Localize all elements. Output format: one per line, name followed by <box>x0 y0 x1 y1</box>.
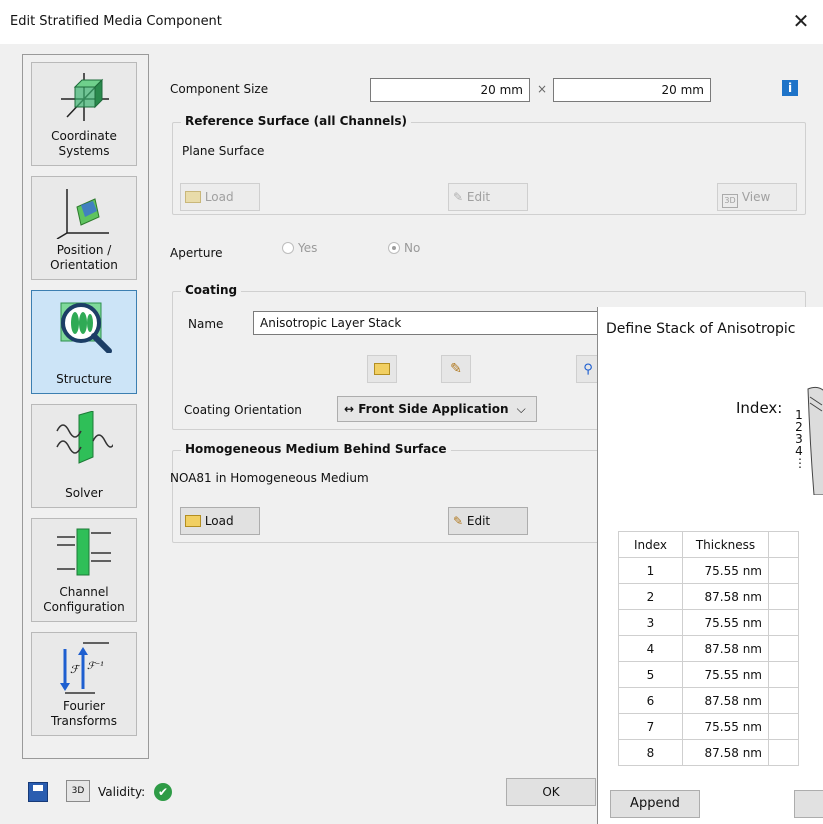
ok-button[interactable]: OK <box>506 778 596 806</box>
save-icon[interactable] <box>28 782 48 802</box>
svg-text:ℱ⁻¹: ℱ⁻¹ <box>87 661 104 672</box>
chevron-down-icon: ⌵ <box>516 402 526 416</box>
info-icon[interactable]: i <box>782 80 798 96</box>
child-dialog-body: Index: 1 2 3 4 ⋮ Index Thickness 1 75.55 … <box>598 349 823 824</box>
medium-edit-button[interactable]: ✎ Edit <box>448 507 528 535</box>
coating-load-button[interactable] <box>367 355 397 383</box>
define-stack-dialog: Define Stack of Anisotropic Index: 1 2 3… <box>597 307 823 824</box>
radio-selected-icon <box>388 242 400 254</box>
close-button[interactable]: ✕ <box>779 6 823 38</box>
radio-icon <box>282 242 294 254</box>
index-label: Index: <box>736 399 783 417</box>
homogeneous-medium-title: Homogeneous Medium Behind Surface <box>181 442 451 456</box>
component-width-input[interactable]: 20 mm <box>370 78 530 102</box>
homogeneous-medium-value: NOA81 in Homogeneous Medium <box>170 471 369 485</box>
pencil-icon: ✎ <box>450 361 462 377</box>
table-header-row: Index Thickness <box>618 531 799 558</box>
sidebar-item-label: Solver <box>65 486 103 500</box>
view-3d-icon: 3D <box>722 194 738 208</box>
sidebar-item-coordinate-systems[interactable]: Coordinate Systems <box>31 62 137 166</box>
position-orientation-icon <box>56 189 109 239</box>
coating-orientation-dropdown[interactable]: ↔ Front Side Application ⌵ <box>337 396 537 422</box>
child-title-bar: Define Stack of Anisotropic <box>598 307 823 349</box>
component-size-label: Component Size <box>170 82 269 96</box>
append-button[interactable]: Append <box>610 790 700 818</box>
coating-name-field[interactable]: Anisotropic Layer Stack <box>253 311 613 335</box>
column-header-more <box>768 531 799 558</box>
medium-load-button[interactable]: Load <box>180 507 260 535</box>
table-row[interactable]: 7 75.55 nm <box>618 713 799 740</box>
sidebar-item-solver[interactable]: Solver <box>31 404 137 508</box>
structure-icon <box>60 302 112 353</box>
column-header-thickness: Thickness <box>682 531 769 558</box>
table-row[interactable]: 3 75.55 nm <box>618 609 799 636</box>
reference-surface-value: Plane Surface <box>182 144 265 158</box>
channel-configuration-icon <box>57 528 111 576</box>
layer-table: Index Thickness 1 75.55 nm 2 87.58 nm 3 75.… <box>618 531 799 766</box>
aperture-label: Aperture <box>170 246 223 260</box>
sidebar-item-label: Coordinate Systems <box>51 129 117 158</box>
coating-edit-button[interactable]: ✎ <box>441 355 471 383</box>
table-row[interactable]: 2 87.58 nm <box>618 583 799 610</box>
folder-open-icon <box>185 515 201 527</box>
svg-text:ℱ: ℱ <box>70 663 81 676</box>
times-symbol: × <box>537 82 548 96</box>
reference-surface-title: Reference Surface (all Channels) <box>181 114 412 128</box>
index-numbers: 1 2 3 4 ⋮ <box>794 408 806 470</box>
component-height-input[interactable]: 20 mm <box>553 78 711 102</box>
coating-name-label: Name <box>188 317 224 331</box>
table-row[interactable]: 1 75.55 nm <box>618 557 799 584</box>
magnifier-icon: ⚲ <box>583 362 593 377</box>
reference-view-button[interactable]: 3D View <box>717 183 797 211</box>
folder-open-icon <box>185 191 201 203</box>
secondary-button[interactable] <box>794 790 823 818</box>
sidebar-item-position-orientation[interactable]: Position / Orientation <box>31 176 137 280</box>
sidebar-item-structure[interactable]: Structure <box>31 290 137 394</box>
sidebar-item-label: Fourier Transforms <box>51 699 117 728</box>
validity-label: Validity: <box>98 785 146 799</box>
layer-stack-illustration <box>807 386 823 495</box>
sidebar-item-label: Position / Orientation <box>50 243 118 272</box>
solver-icon <box>56 411 113 464</box>
child-window-title: Define Stack of Anisotropic <box>606 321 796 337</box>
table-row[interactable]: 8 87.58 nm <box>618 739 799 766</box>
folder-open-icon <box>374 363 390 375</box>
view-3d-icon[interactable]: 3D <box>66 780 90 802</box>
pencil-icon: ✎ <box>453 190 464 204</box>
coating-orientation-label: Coating Orientation <box>184 403 302 417</box>
close-icon: ✕ <box>792 9 810 33</box>
coordinate-systems-icon <box>61 73 109 121</box>
column-header-index: Index <box>618 531 683 558</box>
window-title: Edit Stratified Media Component <box>10 14 222 29</box>
table-row[interactable]: 6 87.58 nm <box>618 687 799 714</box>
table-row[interactable]: 4 87.58 nm <box>618 635 799 662</box>
reference-edit-button[interactable]: ✎ Edit <box>448 183 528 211</box>
aperture-no-radio[interactable]: No <box>388 241 420 255</box>
title-bar: Edit Stratified Media Component ✕ <box>0 0 823 44</box>
valid-check-icon: ✔ <box>154 783 172 801</box>
sidebar-item-label: Channel Configuration <box>43 585 125 614</box>
sidebar: Coordinate Systems Position / Orientation <box>22 54 149 759</box>
reference-load-button[interactable]: Load <box>180 183 260 211</box>
sidebar-item-fourier-transforms[interactable]: ℱ ℱ⁻¹ Fourier Transforms <box>31 632 137 736</box>
table-row[interactable]: 5 75.55 nm <box>618 661 799 688</box>
sidebar-item-channel-configuration[interactable]: Channel Configuration <box>31 518 137 622</box>
coating-title: Coating <box>181 283 242 297</box>
pencil-icon: ✎ <box>453 514 464 528</box>
sidebar-item-label: Structure <box>56 372 112 386</box>
fourier-transforms-icon: ℱ ℱ⁻¹ <box>60 642 109 694</box>
aperture-yes-radio[interactable]: Yes <box>282 241 317 255</box>
